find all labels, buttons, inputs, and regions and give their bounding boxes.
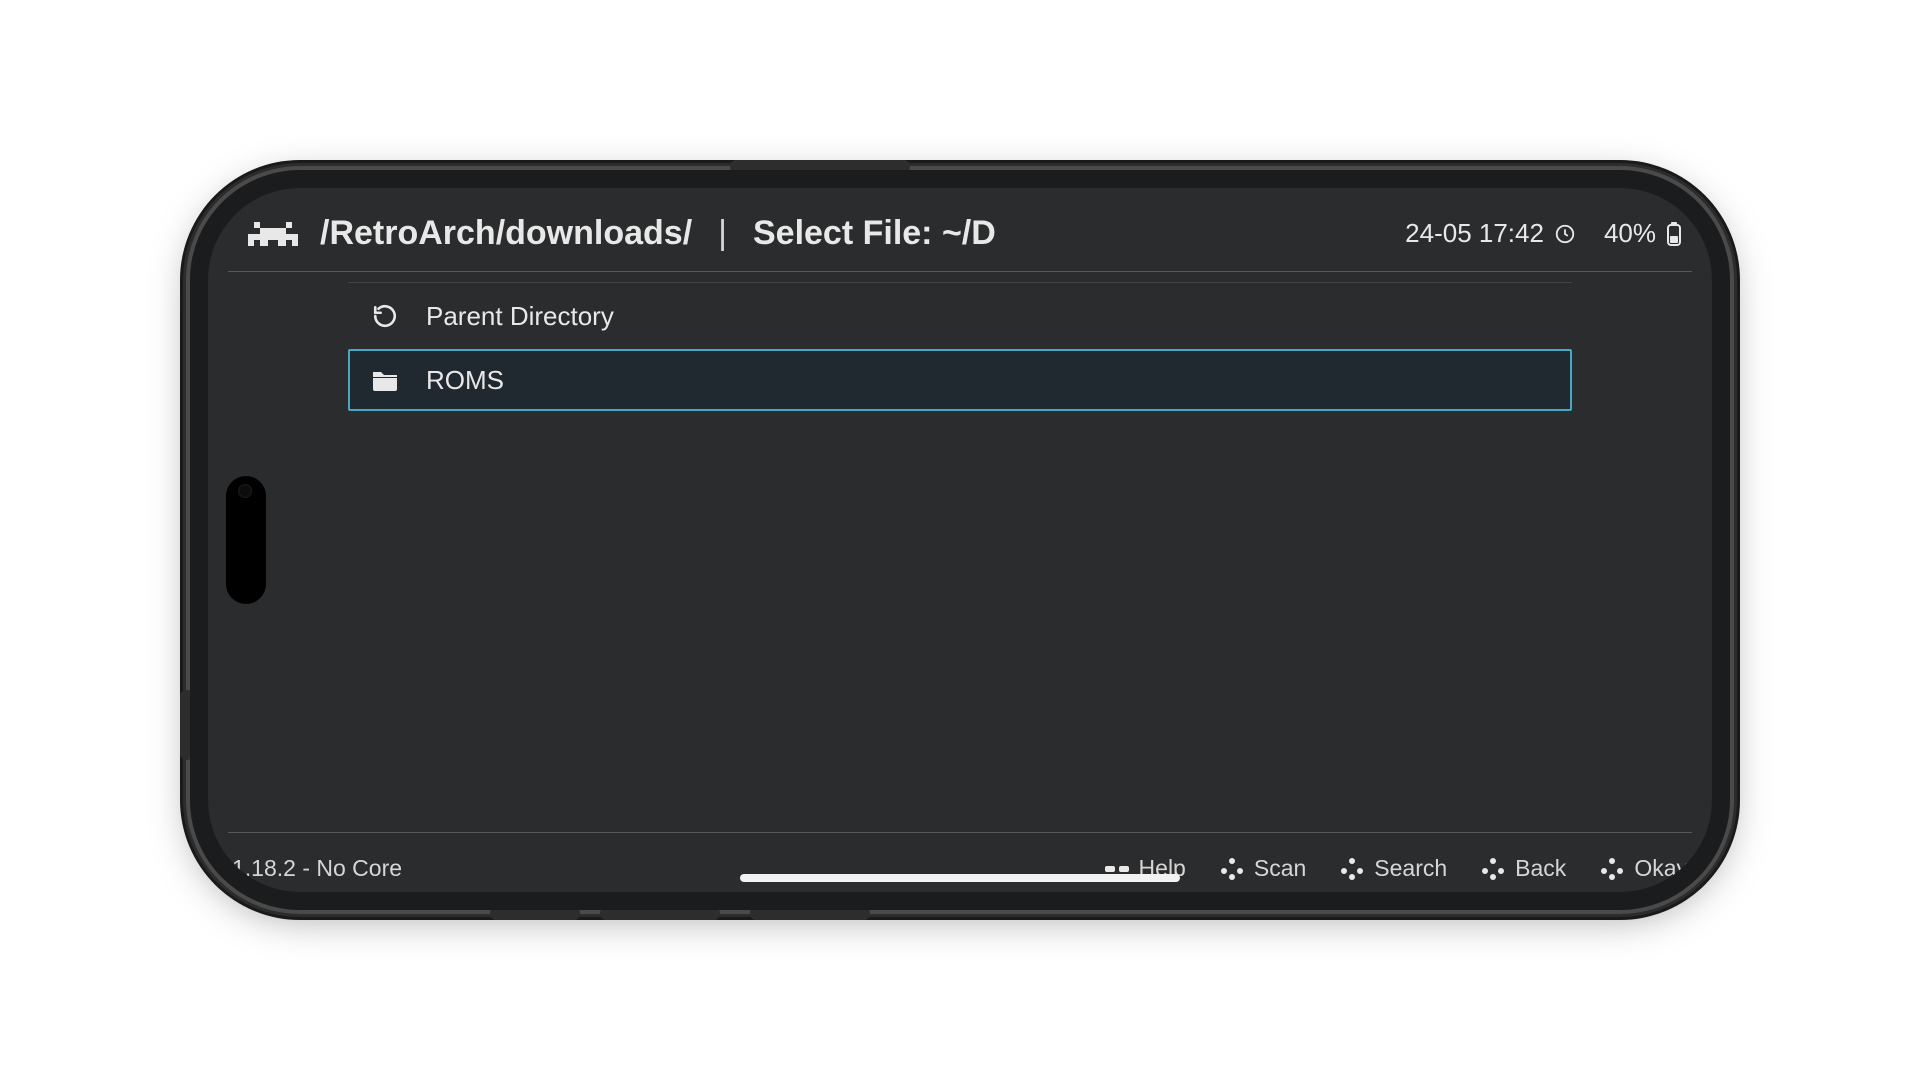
- header-separator: |: [718, 214, 727, 253]
- footer-action-search[interactable]: Search: [1340, 855, 1447, 882]
- header-path: /RetroArch/downloads/: [320, 214, 692, 253]
- list-item-roms[interactable]: ROMS: [348, 349, 1572, 411]
- list-top-divider: [348, 282, 1572, 283]
- phone-button-vol-dn: [750, 910, 870, 920]
- btn-cluster-icon: [1220, 857, 1244, 881]
- folder-icon: [370, 368, 400, 392]
- file-list: Parent Directory ROMS: [228, 272, 1692, 832]
- footer-version: 1.18.2 - No Core: [232, 855, 402, 882]
- battery-icon: [1666, 221, 1682, 247]
- ios-home-indicator[interactable]: [740, 874, 1180, 882]
- status-datetime: 24-05 17:42: [1405, 218, 1544, 249]
- status-battery: 40%: [1604, 218, 1656, 249]
- phone-button-vol-up: [600, 910, 720, 920]
- header-subtitle: Select File: ~/D: [753, 214, 996, 253]
- btn-cluster-icon: [1340, 857, 1364, 881]
- list-item-label: Parent Directory: [426, 301, 614, 332]
- btn-cluster-icon: [1481, 857, 1505, 881]
- retroarch-logo-icon: [248, 216, 298, 252]
- phone-button-power: [730, 160, 910, 170]
- history-icon: [370, 303, 400, 329]
- phone-button-side: [180, 690, 190, 760]
- footer-bar: 1.18.2 - No Core Help: [228, 833, 1692, 892]
- footer-action-label: Scan: [1254, 855, 1306, 882]
- status-area: 24-05 17:42 40%: [1405, 218, 1682, 249]
- phone-button-mute: [490, 910, 580, 920]
- btn-cluster-icon: [1600, 857, 1624, 881]
- footer-action-scan[interactable]: Scan: [1220, 855, 1306, 882]
- list-item-label: ROMS: [426, 365, 504, 396]
- clock-icon: [1554, 223, 1576, 245]
- list-item-parent-directory[interactable]: Parent Directory: [348, 285, 1572, 347]
- footer-action-label: Back: [1515, 855, 1566, 882]
- header-bar: /RetroArch/downloads/ | Select File: ~/D…: [228, 188, 1692, 271]
- footer-action-okay[interactable]: Okay: [1600, 855, 1688, 882]
- footer-action-label: Search: [1374, 855, 1447, 882]
- footer-action-label: Okay: [1634, 855, 1688, 882]
- footer-divider: [228, 832, 1692, 833]
- phone-frame: /RetroArch/downloads/ | Select File: ~/D…: [190, 170, 1730, 910]
- footer-action-back[interactable]: Back: [1481, 855, 1566, 882]
- app-screen: /RetroArch/downloads/ | Select File: ~/D…: [208, 188, 1712, 892]
